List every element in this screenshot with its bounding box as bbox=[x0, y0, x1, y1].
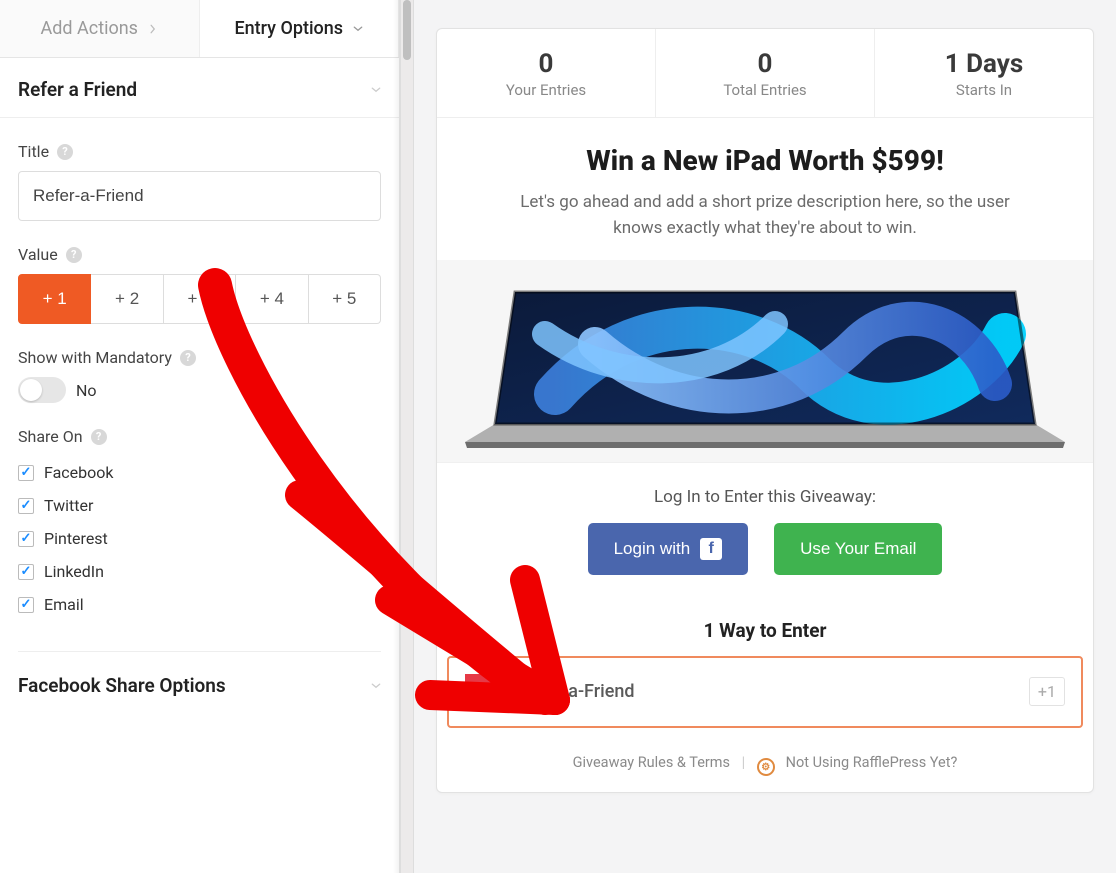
chevron-right-icon bbox=[148, 24, 158, 34]
hero-description: Let's go ahead and add a short prize des… bbox=[495, 189, 1035, 242]
value-button-group: + 1 + 2 + 3 + 4 + 5 bbox=[18, 274, 381, 324]
share-linkedin[interactable]: LinkedIn bbox=[18, 555, 381, 588]
stat-value: 1 Days bbox=[885, 49, 1083, 79]
login-email-label: Use Your Email bbox=[800, 539, 916, 559]
title-label-text: Title bbox=[18, 142, 49, 161]
rafflepress-icon: ⚙ bbox=[757, 758, 775, 776]
giveaway-preview: 0 Your Entries 0 Total Entries 1 Days St… bbox=[414, 0, 1116, 873]
giveaway-widget: 0 Your Entries 0 Total Entries 1 Days St… bbox=[436, 28, 1094, 793]
checkbox-icon bbox=[18, 531, 34, 547]
tab-entry-options[interactable]: Entry Options bbox=[200, 0, 400, 57]
scrollbar-thumb[interactable] bbox=[403, 0, 411, 60]
stat-total-entries: 0 Total Entries bbox=[656, 29, 875, 117]
login-heading: Log In to Enter this Giveaway: bbox=[457, 487, 1073, 507]
accordion-refer-friend[interactable]: Refer a Friend bbox=[0, 58, 399, 118]
stat-value: 0 bbox=[447, 49, 645, 79]
stat-your-entries: 0 Your Entries bbox=[437, 29, 656, 117]
help-icon[interactable]: ? bbox=[66, 247, 82, 263]
footer-separator: | bbox=[742, 754, 746, 771]
mandatory-toggle-row: No bbox=[18, 377, 381, 403]
sidebar-scrollbar[interactable] bbox=[400, 0, 414, 873]
share-on-label-text: Share On bbox=[18, 427, 83, 446]
checkbox-icon bbox=[18, 498, 34, 514]
hero-title: Win a New iPad Worth $599! bbox=[467, 144, 1063, 177]
login-facebook-label: Login with bbox=[614, 539, 691, 559]
checkbox-icon bbox=[18, 465, 34, 481]
login-email-button[interactable]: Use Your Email bbox=[774, 523, 942, 575]
stat-starts-in: 1 Days Starts In bbox=[875, 29, 1093, 117]
title-field-label: Title ? bbox=[18, 142, 381, 161]
stats-row: 0 Your Entries 0 Total Entries 1 Days St… bbox=[437, 29, 1093, 118]
rules-link[interactable]: Giveaway Rules & Terms bbox=[573, 754, 730, 771]
chevron-down-icon bbox=[371, 85, 381, 95]
share-twitter[interactable]: Twitter bbox=[18, 489, 381, 522]
share-facebook[interactable]: Facebook bbox=[18, 456, 381, 489]
share-on-field-label: Share On ? bbox=[18, 427, 381, 446]
sidebar-tabs: Add Actions Entry Options bbox=[0, 0, 399, 58]
stat-label: Starts In bbox=[885, 81, 1083, 99]
stat-value: 0 bbox=[666, 49, 864, 79]
stat-label: Your Entries bbox=[447, 81, 645, 99]
value-option-4[interactable]: + 4 bbox=[236, 274, 308, 324]
mandatory-field-label: Show with Mandatory ? bbox=[18, 348, 381, 367]
settings-sidebar: Add Actions Entry Options Refer a Friend… bbox=[0, 0, 400, 873]
entry-action-title: Refer-a-Friend bbox=[519, 681, 1011, 702]
help-icon[interactable]: ? bbox=[57, 144, 73, 160]
help-icon[interactable]: ? bbox=[91, 429, 107, 445]
help-icon[interactable]: ? bbox=[180, 350, 196, 366]
title-input[interactable] bbox=[18, 171, 381, 221]
share-option-label: LinkedIn bbox=[44, 562, 104, 581]
ipad-illustration bbox=[455, 274, 1075, 454]
accordion-refer-friend-label: Refer a Friend bbox=[18, 78, 137, 101]
value-option-3[interactable]: + 3 bbox=[164, 274, 236, 324]
value-option-5[interactable]: + 5 bbox=[309, 274, 381, 324]
share-option-label: Email bbox=[44, 595, 84, 614]
facebook-icon: f bbox=[700, 538, 722, 560]
value-option-1[interactable]: + 1 bbox=[18, 274, 91, 324]
share-option-label: Twitter bbox=[44, 496, 93, 515]
share-on-list: Facebook Twitter Pinterest LinkedIn Emai… bbox=[18, 456, 381, 621]
share-pinterest[interactable]: Pinterest bbox=[18, 522, 381, 555]
share-option-label: Pinterest bbox=[44, 529, 108, 548]
checkbox-icon bbox=[18, 564, 34, 580]
heart-icon bbox=[465, 674, 501, 710]
tab-entry-options-label: Entry Options bbox=[234, 18, 343, 39]
entry-action-refer-friend[interactable]: Refer-a-Friend +1 bbox=[447, 656, 1083, 728]
mandatory-toggle-state: No bbox=[76, 381, 97, 400]
accordion-facebook-share[interactable]: Facebook Share Options bbox=[18, 652, 381, 713]
accordion-fb-label: Facebook Share Options bbox=[18, 674, 226, 697]
prize-image bbox=[437, 260, 1093, 462]
entry-action-points: +1 bbox=[1029, 677, 1065, 706]
tab-add-actions[interactable]: Add Actions bbox=[0, 0, 200, 57]
share-email[interactable]: Email bbox=[18, 588, 381, 621]
hero-section: Win a New iPad Worth $599! Let's go ahea… bbox=[437, 118, 1093, 260]
chevron-down-icon bbox=[353, 24, 363, 34]
share-option-label: Facebook bbox=[44, 463, 113, 482]
login-facebook-button[interactable]: Login with f bbox=[588, 523, 749, 575]
checkbox-icon bbox=[18, 597, 34, 613]
value-option-2[interactable]: + 2 bbox=[91, 274, 163, 324]
tab-add-actions-label: Add Actions bbox=[41, 18, 138, 39]
mandatory-label-text: Show with Mandatory bbox=[18, 348, 172, 367]
widget-footer: Giveaway Rules & Terms | ⚙ Not Using Raf… bbox=[437, 742, 1093, 793]
ways-to-enter-header: 1 Way to Enter bbox=[437, 603, 1093, 656]
rafflepress-cta-link[interactable]: Not Using RafflePress Yet? bbox=[786, 754, 958, 771]
chevron-down-icon bbox=[371, 681, 381, 691]
value-label-text: Value bbox=[18, 245, 58, 264]
login-buttons: Login with f Use Your Email bbox=[457, 523, 1073, 575]
mandatory-toggle[interactable] bbox=[18, 377, 66, 403]
login-section: Log In to Enter this Giveaway: Login wit… bbox=[437, 462, 1093, 603]
stat-label: Total Entries bbox=[666, 81, 864, 99]
refer-friend-panel: Title ? Value ? + 1 + 2 + 3 + 4 + 5 Show… bbox=[0, 118, 399, 733]
value-field-label: Value ? bbox=[18, 245, 381, 264]
